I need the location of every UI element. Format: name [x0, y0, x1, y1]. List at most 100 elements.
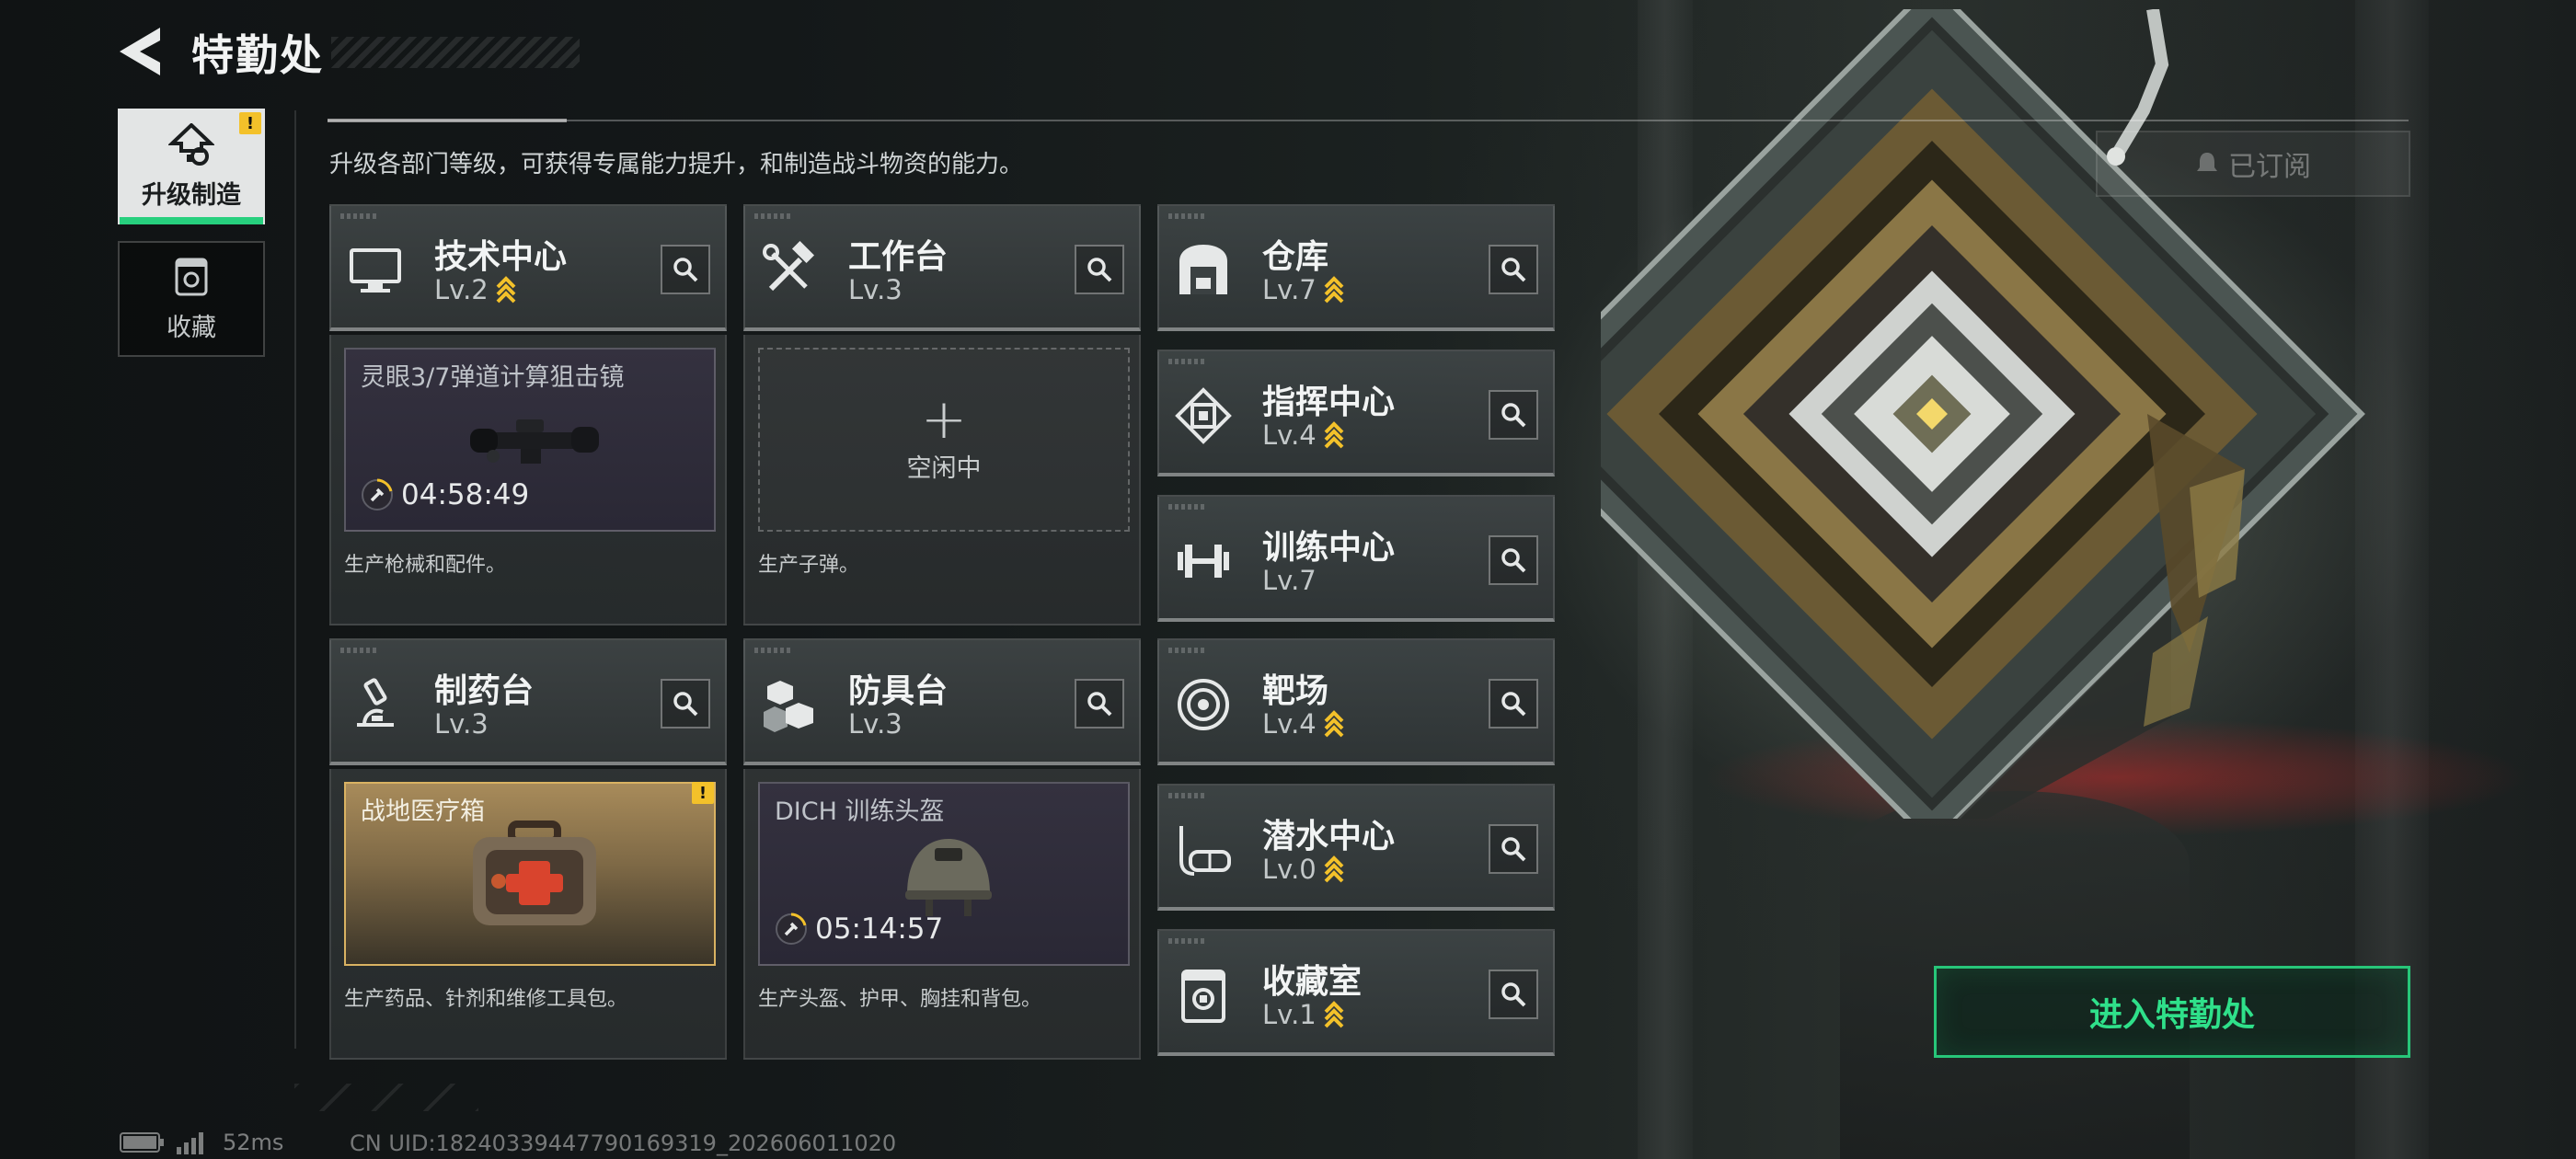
facility-name: 潜水中心 [1262, 818, 1396, 855]
upgrade-available-icon [1324, 855, 1344, 883]
production-slot[interactable]: 灵眼3/7弹道计算狙击镜 04:58:49 [344, 348, 716, 532]
search-icon [1087, 258, 1112, 282]
warehouse-icon [1179, 245, 1227, 294]
facility-search-button[interactable] [1075, 245, 1124, 294]
facility-description: 生产头盔、护甲、胸挂和背包。 [758, 988, 1042, 1011]
facility-production-panel: DICH 训练头盔 05:14:57 生产头盔、护甲、胸挂和背包。 [743, 769, 1141, 1060]
subscribed-button[interactable]: 已订阅 [2096, 131, 2410, 197]
search-icon [1501, 692, 1526, 717]
facility-level-value: Lv.3 [848, 708, 903, 740]
collection-case-icon [1181, 970, 1225, 1023]
slot-timer-value: 04:58:49 [401, 478, 530, 511]
bottom-decoration [294, 1084, 478, 1111]
facility-level-value: Lv.0 [1262, 854, 1317, 885]
header-divider [328, 120, 2409, 121]
facility-search-button[interactable] [1489, 245, 1538, 294]
upgrade-available-icon [496, 276, 516, 304]
facility-warehouse[interactable]: 仓库 Lv.7 [1157, 204, 1555, 331]
collection-icon [175, 258, 208, 295]
slot-timer-value: 05:14:57 [815, 912, 944, 946]
facility-search-button[interactable] [1489, 824, 1538, 874]
production-slot-empty[interactable]: + 空闲中 [758, 348, 1130, 532]
upgrade-available-icon [1324, 710, 1344, 738]
facility-level: Lv.3 [434, 708, 489, 740]
facility-training-center[interactable]: 训练中心 Lv.7 [1157, 495, 1555, 622]
microscope-icon [357, 678, 394, 727]
slot-timer: 04:58:49 [361, 478, 529, 511]
facility-search-button[interactable] [661, 245, 710, 294]
facility-workbench[interactable]: 工作台 Lv.3 [743, 204, 1141, 331]
facility-command-center[interactable]: 指挥中心 Lv.4 [1157, 350, 1555, 476]
facility-production-panel: 战地医疗箱 ! 生产药品、针剂和维修工具包。 [329, 769, 727, 1060]
corner-decoration [1168, 213, 1205, 219]
nav-item-label: 升级制造 [142, 180, 241, 210]
subscribed-label: 已订阅 [2228, 151, 2311, 183]
production-slot[interactable]: DICH 训练头盔 05:14:57 [758, 782, 1130, 966]
facility-name: 训练中心 [1262, 529, 1396, 567]
slot-timer: 05:14:57 [775, 912, 943, 946]
target-icon [1178, 679, 1229, 730]
facility-name: 靶场 [1262, 672, 1329, 710]
nav-item-upgrade-craft[interactable]: 升级制造 ! [118, 109, 265, 224]
search-icon [1501, 403, 1526, 428]
facility-level-value: Lv.3 [434, 708, 489, 740]
search-icon [673, 258, 698, 282]
scope-item-image [470, 419, 599, 464]
facility-level-value: Lv.3 [848, 274, 903, 305]
slot-idle-status: 空闲中 [906, 453, 982, 483]
facility-name: 指挥中心 [1262, 384, 1396, 421]
back-arrow-icon [120, 28, 160, 75]
diving-mask-icon [1179, 826, 1231, 876]
facility-search-button[interactable] [1075, 679, 1124, 729]
facility-search-button[interactable] [661, 679, 710, 729]
facility-search-button[interactable] [1489, 679, 1538, 729]
page-title: 特勤处 [191, 30, 324, 80]
corner-decoration [340, 213, 377, 219]
facility-tech-center[interactable]: 技术中心 Lv.2 [329, 204, 727, 331]
user-uid: CN UID:18240339447790169319_202606011020 [350, 1130, 897, 1156]
facility-production-panel: + 空闲中 生产子弹。 [743, 335, 1141, 625]
search-icon [1087, 692, 1112, 717]
facility-level-value: Lv.2 [434, 274, 489, 305]
facility-diving-center[interactable]: 潜水中心 Lv.0 [1157, 784, 1555, 911]
alert-badge: ! [692, 782, 714, 804]
page-description: 升级各部门等级，可获得专属能力提升，和制造战斗物资的能力。 [329, 151, 1024, 178]
back-button[interactable] [116, 24, 164, 79]
upgrade-craft-icon [168, 122, 214, 166]
nav-item-collection[interactable]: 收藏 [118, 241, 265, 357]
facility-level: Lv.7 [1262, 565, 1317, 596]
header-divider-accent [328, 119, 567, 122]
tools-icon [763, 241, 815, 292]
facility-level: Lv.4 [1262, 708, 1344, 740]
battery-icon [120, 1132, 164, 1153]
slot-item-name: DICH 训练头盔 [775, 798, 945, 826]
facility-search-button[interactable] [1489, 535, 1538, 585]
enter-special-ops-button[interactable]: 进入特勤处 [1934, 966, 2410, 1058]
facility-level-value: Lv.7 [1262, 565, 1317, 596]
status-bar: 52ms [120, 1130, 283, 1155]
facility-search-button[interactable] [1489, 390, 1538, 440]
facility-level: Lv.4 [1262, 419, 1344, 451]
nav-divider [294, 110, 296, 1049]
facility-search-button[interactable] [1489, 970, 1538, 1019]
facility-collection-room[interactable]: 收藏室 Lv.1 [1157, 929, 1555, 1056]
production-slot-ready[interactable]: 战地医疗箱 ! [344, 782, 716, 966]
facility-level: Lv.1 [1262, 999, 1344, 1030]
facility-description: 生产子弹。 [758, 554, 860, 577]
search-icon [673, 692, 698, 717]
corner-decoration [754, 213, 791, 219]
facility-description: 生产药品、针剂和维修工具包。 [344, 988, 628, 1011]
armor-boxes-icon [764, 681, 813, 732]
facility-level-value: Lv.4 [1262, 419, 1317, 451]
facility-armor-bench[interactable]: 防具台 Lv.3 [743, 638, 1141, 765]
facility-shooting-range[interactable]: 靶场 Lv.4 [1157, 638, 1555, 765]
upgrade-available-icon [1324, 276, 1344, 304]
facility-level: Lv.0 [1262, 854, 1344, 885]
medkit-item-image [473, 820, 596, 925]
facility-level-value: Lv.4 [1262, 708, 1317, 740]
corner-decoration [1168, 648, 1205, 653]
corner-decoration [1168, 504, 1205, 510]
facility-name: 防具台 [848, 672, 949, 710]
facility-pharmacy[interactable]: 制药台 Lv.3 [329, 638, 727, 765]
bell-icon [2197, 153, 2217, 171]
